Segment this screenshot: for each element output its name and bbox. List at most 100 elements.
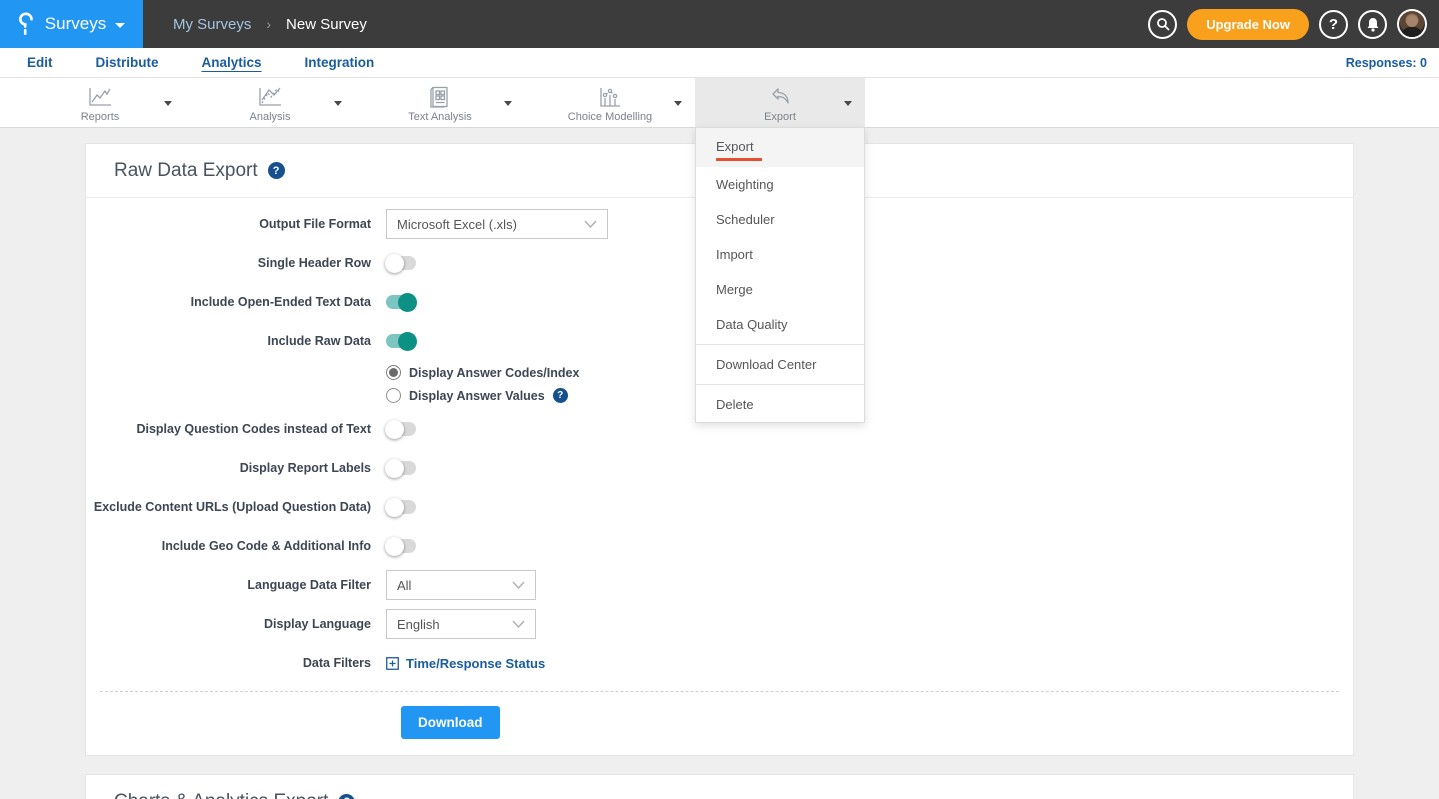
toolbar-label: Analysis	[250, 111, 291, 123]
tab-integration[interactable]: Integration	[305, 55, 375, 70]
menu-item-import[interactable]: Import	[696, 237, 864, 272]
toggle-knob	[385, 420, 404, 439]
help-icon[interactable]: ?	[553, 388, 568, 403]
upgrade-now-button[interactable]: Upgrade Now	[1187, 9, 1309, 40]
help-icon[interactable]: ?	[268, 162, 285, 179]
radio-answer-values[interactable]: Display Answer Values ?	[386, 388, 1353, 403]
download-row: Download	[86, 692, 1353, 755]
radio-button-selected[interactable]	[386, 365, 401, 380]
menu-item-scheduler[interactable]: Scheduler	[696, 202, 864, 237]
menu-item-merge[interactable]: Merge	[696, 272, 864, 307]
field-label: Display Report Labels	[86, 461, 386, 475]
output-file-format-select[interactable]: Microsoft Excel (.xls)	[386, 209, 608, 239]
chevron-down-icon	[512, 620, 525, 628]
user-avatar[interactable]	[1397, 9, 1427, 39]
tab-analytics[interactable]: Analytics	[202, 55, 262, 70]
field-label: Include Open-Ended Text Data	[86, 295, 386, 309]
toolbar-label: Reports	[81, 111, 120, 123]
toggle-knob	[385, 254, 404, 273]
exclude-content-urls-toggle[interactable]	[386, 500, 416, 514]
select-value: English	[397, 617, 440, 632]
tab-distribute[interactable]: Distribute	[96, 55, 159, 70]
notifications-button[interactable]	[1358, 10, 1387, 39]
toolbar-analysis[interactable]: Analysis	[185, 78, 355, 128]
help-button[interactable]: ?	[1319, 10, 1348, 39]
toolbar-reports[interactable]: Reports	[15, 78, 185, 128]
chevron-down-icon[interactable]	[334, 101, 342, 106]
select-value: All	[397, 578, 411, 593]
responses-count: Responses: 0	[1346, 56, 1427, 70]
field-label: Output File Format	[86, 217, 386, 231]
question-mark-icon: ?	[1329, 16, 1338, 33]
menu-item-label: Export	[716, 139, 754, 154]
select-value: Microsoft Excel (.xls)	[397, 217, 517, 232]
toggle-knob	[385, 537, 404, 556]
field-label: Display Question Codes instead of Text	[86, 422, 386, 436]
chevron-down-icon[interactable]	[504, 101, 512, 106]
questionpro-logo-icon	[18, 12, 36, 36]
field-label: Include Raw Data	[86, 334, 386, 348]
help-icon[interactable]: ?	[338, 794, 355, 799]
charts-analytics-export-card: Charts & Analytics Export ?	[85, 774, 1354, 799]
geo-code-toggle[interactable]	[386, 539, 416, 553]
top-header: Surveys My Surveys › New Survey Upgrade …	[0, 0, 1439, 48]
chevron-down-icon	[584, 220, 597, 228]
time-response-status-link[interactable]: Time/Response Status	[386, 656, 545, 671]
field-label: Data Filters	[86, 656, 386, 670]
menu-item-delete[interactable]: Delete	[696, 387, 864, 422]
chevron-down-icon[interactable]	[164, 101, 172, 106]
text-analysis-icon	[428, 86, 452, 108]
chevron-down-icon[interactable]	[844, 101, 852, 106]
export-dropdown-menu: Export Weighting Scheduler Import Merge …	[695, 127, 865, 423]
section-title: Charts & Analytics Export	[114, 791, 328, 799]
breadcrumb-separator: ›	[266, 16, 271, 32]
tab-edit[interactable]: Edit	[27, 55, 53, 70]
radio-label: Display Answer Values	[409, 389, 545, 403]
product-switcher[interactable]: Surveys	[0, 0, 143, 48]
question-codes-toggle[interactable]	[386, 422, 416, 436]
field-label: Single Header Row	[86, 256, 386, 270]
language-data-filter-select[interactable]: All	[386, 570, 536, 600]
page-title: Raw Data Export	[114, 160, 258, 182]
product-label: Surveys	[45, 14, 106, 34]
menu-item-data-quality[interactable]: Data Quality	[696, 307, 864, 342]
toolbar-choice-modelling[interactable]: Choice Modelling	[525, 78, 695, 128]
field-label: Display Language	[86, 617, 386, 631]
single-header-row-toggle[interactable]	[386, 256, 416, 270]
field-label: Exclude Content URLs (Upload Question Da…	[86, 500, 386, 514]
toolbar-export[interactable]: Export	[695, 78, 865, 128]
link-label: Time/Response Status	[406, 656, 545, 671]
field-label: Include Geo Code & Additional Info	[86, 539, 386, 553]
chevron-down-icon[interactable]	[674, 101, 682, 106]
breadcrumb: My Surveys › New Survey	[173, 16, 367, 33]
search-icon	[1156, 17, 1170, 31]
include-raw-data-toggle[interactable]	[386, 334, 416, 348]
toolbar-label: Text Analysis	[408, 111, 472, 123]
analytics-toolbar: Reports Analysis Text Analysis Choice Mo…	[0, 78, 1439, 128]
display-language-select[interactable]: English	[386, 609, 536, 639]
menu-item-weighting[interactable]: Weighting	[696, 167, 864, 202]
choice-modelling-icon	[598, 86, 622, 108]
plus-square-icon	[386, 657, 399, 670]
report-labels-toggle[interactable]	[386, 461, 416, 475]
toolbar-label: Choice Modelling	[568, 111, 652, 123]
menu-item-export[interactable]: Export	[696, 128, 864, 167]
radio-answer-codes[interactable]: Display Answer Codes/Index	[386, 365, 1353, 380]
field-label: Language Data Filter	[86, 578, 386, 592]
include-open-ended-toggle[interactable]	[386, 295, 416, 309]
survey-tab-bar: Edit Distribute Analytics Integration Re…	[0, 48, 1439, 78]
toggle-knob	[398, 293, 417, 312]
toolbar-text-analysis[interactable]: Text Analysis	[355, 78, 525, 128]
toggle-knob	[385, 498, 404, 517]
search-button[interactable]	[1148, 10, 1177, 39]
radio-button[interactable]	[386, 388, 401, 403]
chevron-down-icon	[512, 581, 525, 589]
analysis-icon	[257, 86, 283, 108]
menu-item-download-center[interactable]: Download Center	[696, 347, 864, 382]
chevron-down-icon	[115, 23, 125, 28]
breadcrumb-my-surveys[interactable]: My Surveys	[173, 16, 251, 33]
menu-divider	[696, 384, 864, 385]
download-button[interactable]: Download	[401, 706, 500, 739]
header-actions: Upgrade Now ?	[1148, 0, 1427, 48]
active-item-underline	[716, 158, 762, 161]
